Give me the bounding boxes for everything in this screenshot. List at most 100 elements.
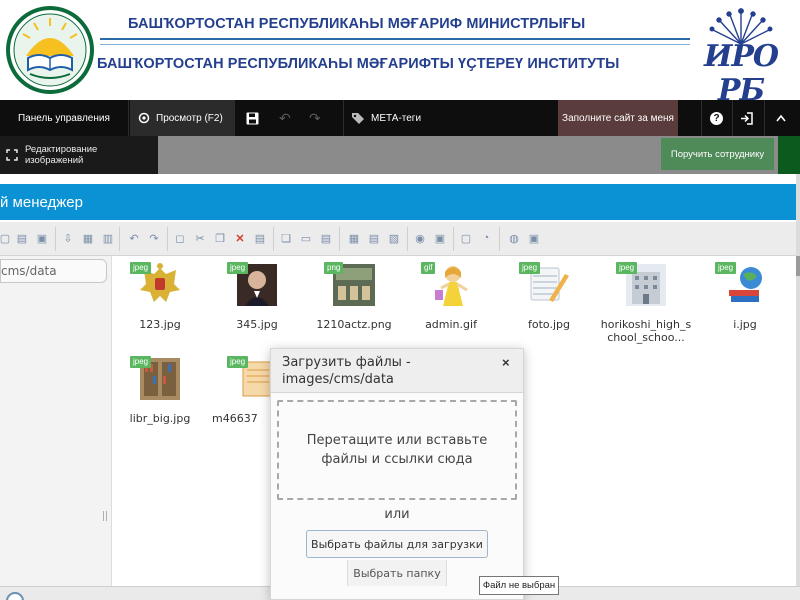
close-icon[interactable]: ×	[502, 355, 510, 370]
edit-toolbar: Редактирование изображений Поручить сотр…	[0, 136, 800, 174]
upload-icon[interactable]: ⇩	[59, 229, 77, 247]
choose-folder-button[interactable]: Выбрать папку	[347, 560, 447, 586]
meta-tags-label: МЕТА-теги	[371, 112, 422, 124]
target-icon	[138, 112, 150, 124]
chevron-up-icon	[776, 114, 786, 122]
assign-employee-button[interactable]: Поручить сотруднику	[661, 138, 774, 170]
file-name: admin.gif	[425, 318, 477, 331]
file-item[interactable]: png 1210actz.png	[306, 256, 402, 346]
file-name: 345.jpg	[236, 318, 278, 331]
iro-rb-logo: ИРО РБ	[694, 6, 788, 108]
vertical-scrollbar[interactable]	[796, 174, 800, 586]
header-title-institute: БАШҠОРТОСТАН РЕСПУБЛИКАҺЫ МӘҒАРИФТЫ ҮҪТЕ…	[97, 56, 620, 72]
edit-images-button[interactable]: Редактирование изображений	[0, 136, 158, 174]
choose-files-button[interactable]: Выбрать файлы для загрузки	[306, 530, 488, 558]
toolbar-divider	[343, 100, 344, 136]
path-input[interactable]: cms/data	[0, 259, 107, 283]
help-button[interactable]: ?	[710, 100, 723, 136]
file-name: horikoshi_high_school_schoo...	[600, 318, 692, 344]
meta-tags-button[interactable]: МЕТА-теги	[351, 100, 421, 136]
file-type-badge: jpeg	[130, 356, 152, 368]
floppy-disk-icon	[246, 112, 259, 124]
crop-icon[interactable]: ◔	[477, 229, 495, 247]
redo-icon[interactable]: ↷	[309, 100, 321, 136]
scrollbar-thumb[interactable]	[796, 256, 800, 276]
delete-icon[interactable]: ✕	[231, 229, 249, 247]
file-item[interactable]: jpeg 345.jpg	[209, 256, 305, 346]
toolbar-divider	[701, 100, 702, 136]
new-file-icon[interactable]: ◻	[171, 229, 189, 247]
preview-label: Просмотр (F2)	[156, 112, 223, 124]
help-book-icon[interactable]: ▣	[525, 229, 543, 247]
resize-icon[interactable]: ▢	[457, 229, 475, 247]
collapse-button[interactable]	[776, 100, 786, 136]
copy-icon[interactable]: ❐	[211, 229, 229, 247]
duplicate-icon[interactable]: ❏	[277, 229, 295, 247]
preview-eye-icon[interactable]: ◉	[411, 229, 429, 247]
toolbar-divider	[128, 100, 129, 136]
forward-icon[interactable]: ↷	[145, 229, 163, 247]
file-item[interactable]: jpeg 123.jpg	[112, 256, 208, 346]
file-manager-toolbar: ▢ ▤ ▣ ⇩ ▦ ▥ ↶ ↷ ◻ ✂ ❐ ✕ ▤ ❏ ▭ ▤ ▦ ▤ ▧ ◉ …	[0, 222, 796, 256]
info-icon[interactable]: ▣	[431, 229, 449, 247]
edit-images-label: Редактирование изображений	[24, 144, 98, 166]
toolbar-divider	[273, 227, 274, 251]
save-button[interactable]	[246, 100, 259, 136]
header-rule-top	[100, 38, 690, 40]
back-icon[interactable]: ↶	[125, 229, 143, 247]
toolbar-divider	[55, 227, 56, 251]
edit-icon[interactable]: ▤	[317, 229, 335, 247]
site-header: БАШҠОРТОСТАН РЕСПУБЛИКАҺЫ МӘҒАРИФ МИНИСТ…	[0, 0, 800, 108]
rename-icon[interactable]: ▭	[297, 229, 315, 247]
toolbar-divider	[234, 100, 235, 136]
file-item[interactable]: jpeg foto.jpg	[501, 256, 597, 346]
download-icon[interactable]: ▦	[79, 229, 97, 247]
or-separator: или	[384, 507, 410, 522]
ministry-emblem-icon	[6, 6, 94, 94]
toolbar-divider	[407, 227, 408, 251]
sidebar-resize-handle[interactable]	[103, 511, 107, 521]
file-item[interactable]: jpeg horikoshi_high_school_schoo...	[598, 256, 694, 346]
details-view-icon[interactable]: ▧	[385, 229, 403, 247]
header-rule-thin	[100, 44, 690, 45]
drop-zone[interactable]: Перетащите или вставьте файлы и ссылки с…	[277, 400, 517, 500]
file-type-badge: gif	[421, 262, 436, 274]
toolbar-divider	[453, 227, 454, 251]
paste-icon[interactable]: ▤	[251, 229, 269, 247]
folder-icon[interactable]: ▥	[99, 229, 117, 247]
file-manager-sidebar: cms/data	[0, 256, 112, 586]
file-name: i.jpg	[733, 318, 757, 331]
file-item[interactable]: gif admin.gif	[403, 256, 499, 346]
upload-dialog-title: Загрузить файлы - images/cms/data	[271, 349, 523, 393]
settings-icon[interactable]: ◍	[505, 229, 523, 247]
file-name: foto.jpg	[528, 318, 570, 331]
file-type-badge: jpeg	[519, 262, 541, 274]
file-manager-title: й менеджер	[0, 184, 796, 220]
undo-icon[interactable]: ↶	[279, 100, 291, 136]
upload-dialog: Загрузить файлы - images/cms/data × Пере…	[270, 348, 524, 600]
toolbar-divider	[732, 100, 733, 136]
file-type-badge: jpeg	[227, 262, 249, 274]
file-name: 123.jpg	[139, 318, 181, 331]
file-item[interactable]: jpeg i.jpg	[697, 256, 793, 346]
file-item[interactable]: jpeg libr_big.jpg	[112, 350, 208, 440]
green-strip	[778, 136, 800, 174]
toolbar-divider	[499, 227, 500, 251]
reload-icon[interactable]: ▢	[0, 229, 14, 247]
file-type-badge: png	[324, 262, 344, 274]
toolbar-divider	[119, 227, 120, 251]
fill-site-button[interactable]: Заполните сайт за меня	[558, 100, 678, 136]
cut-icon[interactable]: ✂	[191, 229, 209, 247]
save-icon[interactable]: ▣	[33, 229, 51, 247]
file-type-badge: jpeg	[130, 262, 152, 274]
open-icon[interactable]: ▤	[13, 229, 31, 247]
logout-button[interactable]	[740, 100, 753, 136]
preview-button[interactable]: Просмотр (F2)	[130, 100, 234, 136]
grid-view-icon[interactable]: ▦	[345, 229, 363, 247]
file-type-badge: jpeg	[715, 262, 737, 274]
file-type-badge: jpeg	[616, 262, 638, 274]
file-name: libr_big.jpg	[129, 412, 191, 425]
drop-zone-text: Перетащите или вставьте файлы и ссылки с…	[306, 433, 488, 467]
control-panel-button[interactable]: Панель управления	[18, 100, 110, 136]
list-view-icon[interactable]: ▤	[365, 229, 383, 247]
